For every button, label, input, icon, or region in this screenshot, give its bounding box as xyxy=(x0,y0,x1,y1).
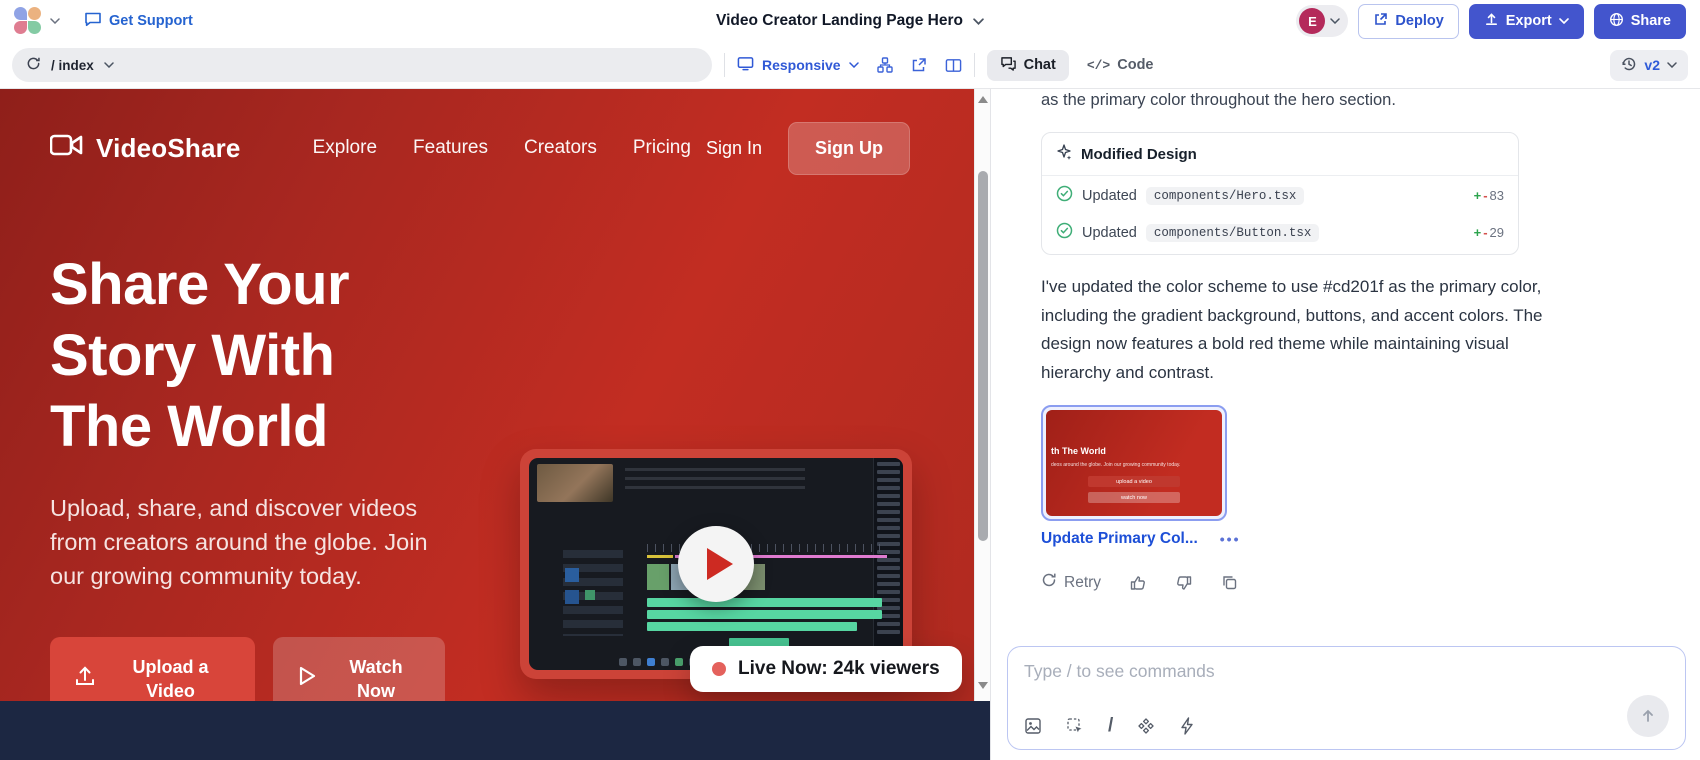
nav-explore[interactable]: Explore xyxy=(313,137,377,159)
split-view-icon[interactable] xyxy=(945,58,962,73)
export-button[interactable]: Export xyxy=(1469,4,1584,39)
card-title: Modified Design xyxy=(1081,146,1197,163)
external-link-icon xyxy=(1373,12,1388,31)
preview-page-hero: VideoShare Explore Features Creators Pri… xyxy=(0,89,975,701)
chat-input-box[interactable]: / xyxy=(1007,646,1686,750)
version-mini-preview: th The World deos around the globe. Join… xyxy=(1046,410,1222,516)
page-title: Video Creator Landing Page Hero xyxy=(716,12,963,30)
refresh-icon[interactable] xyxy=(26,56,41,74)
assistant-message-clipped: as the primary color throughout the hero… xyxy=(1041,91,1561,110)
hero-description: Upload, share, and discover videos from … xyxy=(50,491,450,593)
upload-video-button[interactable]: Upload a Video xyxy=(50,637,255,701)
send-button[interactable] xyxy=(1627,695,1669,737)
retry-button[interactable]: Retry xyxy=(1041,572,1101,593)
preview-toolbar: / index Responsive Chat </> xyxy=(0,42,1700,89)
play-button[interactable] xyxy=(678,526,754,602)
nav-creators[interactable]: Creators xyxy=(524,137,597,159)
diff-stats: +-83 xyxy=(1474,188,1504,203)
chevron-down-icon[interactable] xyxy=(973,18,984,25)
share-button[interactable]: Share xyxy=(1594,4,1686,39)
site-nav: Explore Features Creators Pricing xyxy=(313,137,691,159)
app-window: Video Creator Landing Page Hero Get Supp… xyxy=(0,0,1700,760)
sign-in-link[interactable]: Sign In xyxy=(706,138,762,159)
site-brand[interactable]: VideoShare xyxy=(50,132,241,165)
history-icon xyxy=(1621,56,1637,75)
check-circle-icon xyxy=(1056,222,1073,243)
video-camera-icon xyxy=(50,132,84,165)
thumbs-down-button[interactable] xyxy=(1175,574,1193,592)
get-support-link[interactable]: Get Support xyxy=(84,11,193,31)
preview-scrollbar xyxy=(974,89,990,701)
version-label-link[interactable]: Update Primary Col... xyxy=(1041,530,1198,548)
version-label: v2 xyxy=(1644,57,1660,73)
open-in-new-icon[interactable] xyxy=(911,57,927,73)
chat-bubble-icon xyxy=(84,11,102,31)
diff-stats: +-29 xyxy=(1474,225,1504,240)
divider xyxy=(974,53,975,77)
component-tree-icon[interactable] xyxy=(877,57,893,73)
avatar: E xyxy=(1299,8,1325,34)
chat-panel: as the primary color throughout the hero… xyxy=(991,89,1700,760)
scroll-down-arrow[interactable] xyxy=(978,682,988,689)
sparkles-icon xyxy=(1056,144,1072,164)
modified-design-card: Modified Design Updated components/Hero.… xyxy=(1041,132,1519,255)
hero-heading: Share Your Story With The World xyxy=(50,249,349,462)
version-thumbnail[interactable]: th The World deos around the globe. Join… xyxy=(1041,405,1227,521)
nav-features[interactable]: Features xyxy=(413,137,488,159)
live-dot-icon xyxy=(712,662,726,676)
url-bar[interactable]: / index xyxy=(12,48,712,82)
file-path-chip: components/Button.tsx xyxy=(1146,224,1320,242)
upload-icon xyxy=(1484,12,1499,31)
file-path-chip: components/Hero.tsx xyxy=(1146,187,1305,205)
watch-now-button[interactable]: Watch Now xyxy=(273,637,445,701)
hero-cta-row: Upload a Video Watch Now xyxy=(50,637,445,701)
assistant-message: I've updated the color scheme to use #cd… xyxy=(1041,273,1569,387)
thumbs-up-button[interactable] xyxy=(1129,574,1147,592)
attach-image-icon[interactable] xyxy=(1024,717,1042,735)
tab-chat[interactable]: Chat xyxy=(987,50,1069,81)
play-icon xyxy=(297,664,317,694)
deploy-button[interactable]: Deploy xyxy=(1358,4,1458,39)
divider xyxy=(724,53,725,77)
top-bar: Video Creator Landing Page Hero Get Supp… xyxy=(0,0,1700,42)
scroll-up-arrow[interactable] xyxy=(978,96,988,103)
retry-icon xyxy=(1041,572,1057,593)
upload-icon xyxy=(74,664,96,694)
account-menu[interactable]: E xyxy=(1296,5,1348,37)
preview-next-section xyxy=(0,701,990,760)
file-update-row[interactable]: Updated components/Button.tsx +-29 xyxy=(1042,213,1518,254)
slash-command-icon[interactable]: / xyxy=(1108,715,1113,737)
quick-actions-icon[interactable] xyxy=(1179,717,1195,735)
app-logo-icon[interactable] xyxy=(14,7,42,35)
live-now-badge: Live Now: 24k viewers xyxy=(690,646,962,692)
topbar-right: E Deploy Export Share xyxy=(1296,4,1686,39)
select-element-icon[interactable] xyxy=(1066,717,1084,735)
responsive-mode-dropdown[interactable]: Responsive xyxy=(737,56,859,74)
version-history-dropdown[interactable]: v2 xyxy=(1610,50,1688,81)
workspace-chevron-icon[interactable] xyxy=(50,18,60,24)
route-path: / index xyxy=(51,58,94,73)
chat-input[interactable] xyxy=(1024,661,1540,682)
preview-panel: VideoShare Explore Features Creators Pri… xyxy=(0,89,991,760)
chat-bubbles-icon xyxy=(1000,56,1017,75)
version-menu-dots[interactable]: ••• xyxy=(1220,531,1241,547)
nav-pricing[interactable]: Pricing xyxy=(633,137,691,159)
topbar-left: Get Support xyxy=(14,7,193,35)
hero-video-card xyxy=(520,449,912,679)
copy-button[interactable] xyxy=(1221,574,1238,591)
file-update-row[interactable]: Updated components/Hero.tsx +-83 xyxy=(1042,176,1518,213)
check-circle-icon xyxy=(1056,185,1073,206)
message-actions: Retry xyxy=(1041,572,1561,593)
globe-icon xyxy=(1609,12,1624,31)
sign-up-button[interactable]: Sign Up xyxy=(788,122,910,175)
code-icon: </> xyxy=(1087,58,1110,73)
site-header: VideoShare Explore Features Creators Pri… xyxy=(50,119,910,177)
components-icon[interactable] xyxy=(1137,717,1155,735)
monitor-icon xyxy=(737,56,754,74)
scrollbar-thumb[interactable] xyxy=(978,171,988,541)
play-triangle-icon xyxy=(707,548,733,580)
tab-code[interactable]: </> Code xyxy=(1087,57,1154,73)
